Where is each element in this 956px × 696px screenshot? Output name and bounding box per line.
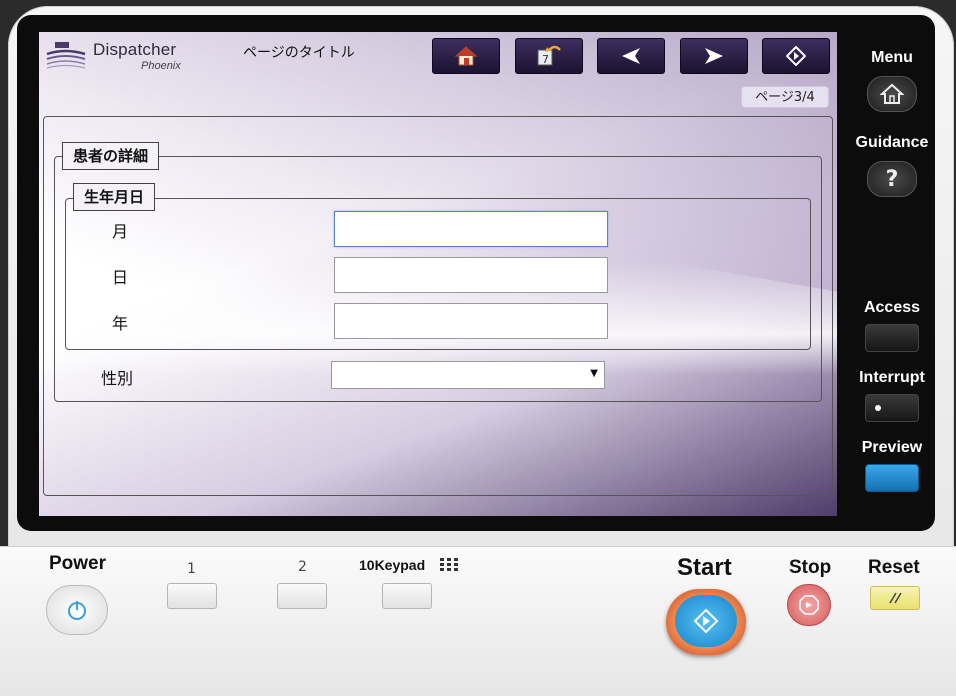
stop-octagon-icon — [799, 595, 819, 615]
access-label: Access — [863, 299, 921, 316]
guidance-button[interactable]: ? — [867, 161, 917, 197]
dispatcher-logo-icon — [46, 42, 86, 69]
reset-slash-icon — [889, 592, 902, 604]
dob-legend: 生年月日 — [73, 183, 156, 211]
start-label: Start — [677, 554, 732, 581]
question-icon: ? — [885, 166, 899, 192]
keypad-label: 10Keypad — [359, 557, 426, 573]
access-button[interactable] — [865, 324, 919, 352]
guidance-label: Guidance — [855, 134, 929, 151]
reset-label: Reset — [868, 557, 920, 578]
interrupt-button[interactable] — [865, 394, 919, 422]
day-input[interactable] — [334, 257, 608, 293]
touch-screen: Dispatcher Phoenix ページのタイトル 7 ページ3/4 患者の… — [39, 32, 837, 516]
preview-button[interactable] — [865, 464, 919, 492]
power-icon — [68, 601, 86, 620]
svg-text:7: 7 — [542, 53, 549, 66]
key-1-button[interactable] — [167, 583, 217, 609]
prev-button[interactable] — [597, 38, 665, 74]
gender-select[interactable]: ▼ — [331, 361, 605, 389]
start-job-button[interactable] — [762, 38, 830, 74]
home-button[interactable] — [432, 38, 500, 74]
reset-button[interactable] — [870, 586, 920, 610]
page-title: ページのタイトル — [243, 45, 355, 61]
page-indicator: ページ3/4 — [741, 86, 829, 108]
keypad-icon — [440, 558, 458, 571]
key-1-label: 1 — [187, 561, 196, 577]
key-2-label: 2 — [298, 559, 307, 575]
year-input[interactable] — [334, 303, 608, 339]
logo-name: Dispatcher — [93, 40, 177, 59]
menu-button[interactable] — [867, 76, 917, 112]
logo-subtitle: Phoenix — [141, 60, 181, 72]
power-button[interactable] — [46, 585, 108, 635]
preview-label: Preview — [861, 439, 923, 456]
interrupt-indicator-icon — [875, 405, 881, 411]
year-label: 年 — [112, 314, 129, 333]
next-button[interactable] — [680, 38, 748, 74]
arrow-left-icon — [622, 48, 640, 64]
month-input[interactable] — [334, 211, 608, 247]
patient-details-legend: 患者の詳細 — [62, 142, 160, 170]
start-diamond-icon — [786, 46, 806, 66]
history-button[interactable]: 7 — [515, 38, 583, 74]
home-icon — [454, 46, 478, 66]
arrow-right-icon — [705, 48, 723, 64]
home-outline-icon — [880, 83, 904, 104]
day-label: 日 — [112, 268, 129, 287]
menu-label: Menu — [871, 49, 913, 66]
start-button-ring — [666, 589, 746, 655]
month-label: 月 — [112, 222, 129, 241]
start-diamond-icon — [693, 608, 719, 634]
chevron-down-icon: ▼ — [590, 368, 598, 379]
app-logo: Dispatcher Phoenix — [45, 38, 195, 74]
keypad-button[interactable] — [382, 583, 432, 609]
history-back-icon: 7 — [537, 45, 561, 66]
start-button[interactable] — [675, 595, 737, 647]
power-label: Power — [49, 553, 107, 574]
gender-label: 性別 — [101, 369, 134, 388]
stop-button[interactable] — [787, 584, 831, 626]
stop-label: Stop — [789, 557, 832, 578]
key-2-button[interactable] — [277, 583, 327, 609]
interrupt-label: Interrupt — [859, 369, 925, 386]
